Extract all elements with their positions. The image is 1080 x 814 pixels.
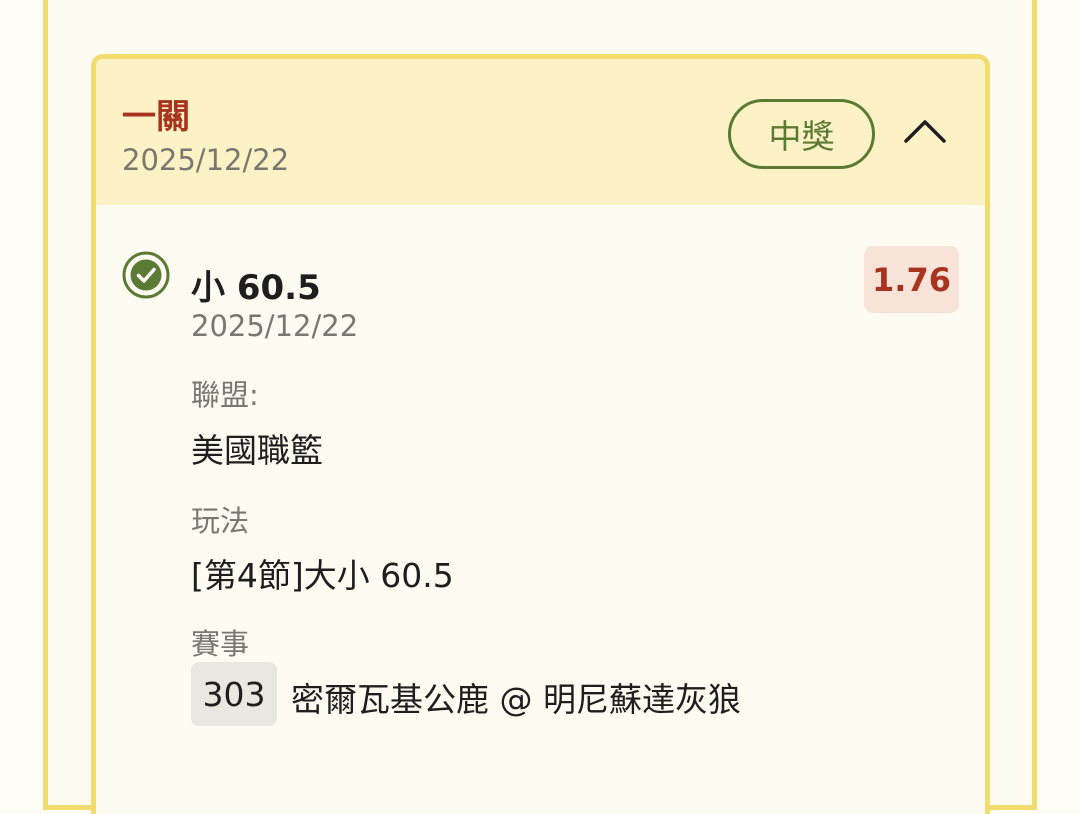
status-badge: 中獎 [728,99,875,169]
selection-date: 2025/12/22 [191,309,359,343]
chevron-up-icon [904,120,946,143]
selection-title: 小 60.5 [191,268,321,308]
event-label: 賽事 [191,627,250,661]
event-number-badge: 303 [191,662,277,726]
league-label: 聯盟: [191,378,259,412]
ticket-date: 2025/12/22 [122,143,290,177]
ticket-card: 一關 2025/12/22 中獎 小 60.5 2025/12/22 1.76 … [91,54,990,814]
market-value: [第4節]大小 60.5 [191,556,454,595]
market-label: 玩法 [191,504,250,538]
event-name: 密爾瓦基公鹿 @ 明尼蘇達灰狼 [291,680,741,719]
collapse-button[interactable] [898,103,952,157]
ticket-body: 小 60.5 2025/12/22 1.76 聯盟: 美國職籃 玩法 [第4節]… [96,205,985,814]
league-value: 美國職籃 [191,431,323,470]
check-circle-icon [122,251,170,299]
ticket-header[interactable]: 一關 2025/12/22 中獎 [96,59,985,205]
odds-badge: 1.76 [864,246,959,313]
bet-type-title: 一關 [122,97,190,137]
